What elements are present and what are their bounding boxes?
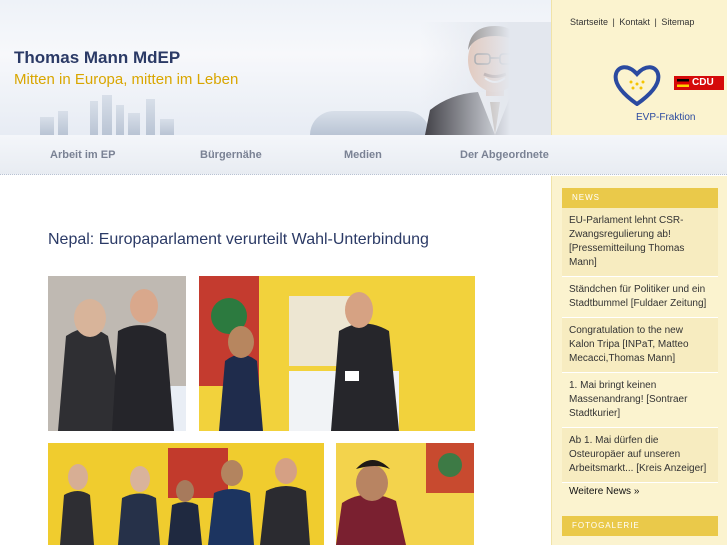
news-item[interactable]: Ständchen für Politiker und ein Stadtbum… [562,277,718,318]
header-right-panel: Startseite | Kontakt | Sitemap EVP-Frakt… [551,0,727,135]
nav-medien[interactable]: Medien [344,149,382,161]
site-slogan: Mitten in Europa, mitten im Leben [14,71,239,88]
portrait-photo [420,22,570,135]
fotogalerie-box-header: FOTOGALERIE [562,516,718,536]
topnav-startseite[interactable]: Startseite [570,17,608,27]
topnav-sitemap[interactable]: Sitemap [661,17,694,27]
top-navigation: Startseite | Kontakt | Sitemap [570,17,694,27]
sidebar: NEWS EU-Parlament lehnt CSR-Zwangsreguli… [551,176,727,545]
nav-buergernaehe[interactable]: Bürgernähe [200,149,262,161]
more-news-link[interactable]: Weitere News » [569,486,639,497]
news-list: EU-Parlament lehnt CSR-Zwangsregulierung… [562,208,718,483]
article-photo-2[interactable] [199,276,475,431]
main-content: Nepal: Europaparlament verurteilt Wahl-U… [0,176,551,545]
article-photo-1[interactable] [48,276,186,431]
evp-label: EVP-Fraktion [636,112,696,123]
article-photo-3[interactable] [48,443,324,545]
news-item[interactable]: Congratulation to the new Kalon Tripa [I… [562,318,718,373]
german-flag-icon [677,79,689,87]
main-navigation: Arbeit im EP Bürgernähe Medien Der Abgeo… [0,135,727,175]
nav-arbeit-im-ep[interactable]: Arbeit im EP [50,149,115,161]
article-title: Nepal: Europaparlament verurteilt Wahl-U… [48,231,429,248]
cdu-logo[interactable]: CDU [674,76,724,90]
article-photo-4[interactable] [336,443,474,545]
news-item[interactable]: EU-Parlament lehnt CSR-Zwangsregulierung… [562,208,718,277]
topnav-separator: | [612,17,615,27]
topnav-kontakt[interactable]: Kontakt [619,17,650,27]
cdu-label: CDU [692,77,714,88]
news-item[interactable]: Ab 1. Mai dürfen die Osteuropäer auf uns… [562,428,718,483]
site-header: Thomas Mann MdEP Mitten in Europa, mitte… [0,0,727,135]
news-box-header: NEWS [562,188,718,208]
site-title[interactable]: Thomas Mann MdEP [14,48,180,68]
news-item[interactable]: 1. Mai bringt keinen Massenandrang! [Son… [562,373,718,428]
nav-der-abgeordnete[interactable]: Der Abgeordnete [460,149,549,161]
evp-heart-logo-icon[interactable] [612,62,662,106]
topnav-separator: | [654,17,657,27]
